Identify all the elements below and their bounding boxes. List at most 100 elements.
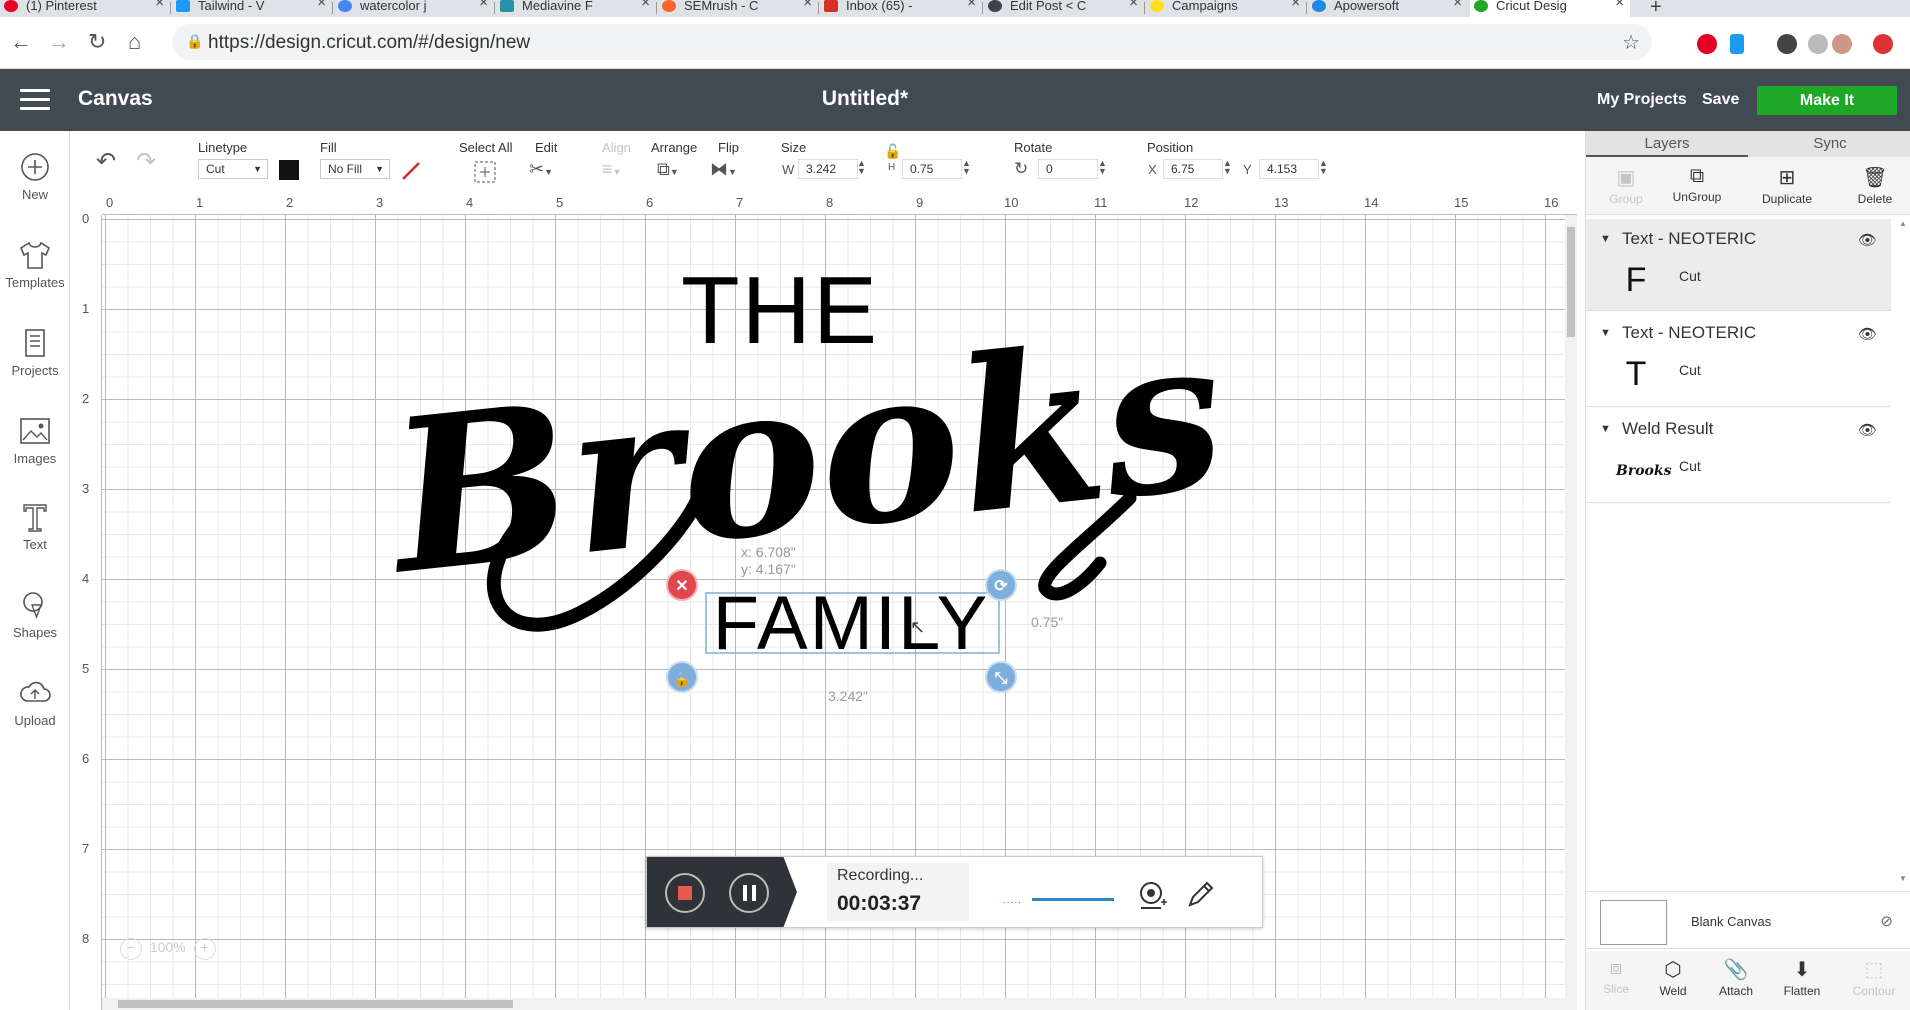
close-tab-icon[interactable]: × (641, 0, 650, 10)
scroll-up-icon[interactable]: ▲ (1899, 219, 1907, 228)
x-stepper-icon[interactable]: ▲ ▼ (1223, 159, 1232, 176)
sidebar-item-images[interactable]: Images (0, 415, 70, 466)
tailwind-extension-icon[interactable] (1730, 34, 1744, 54)
browser-tab[interactable]: Edit Post < C × (984, 0, 1144, 17)
collapse-triangle-icon[interactable]: ▼ (1600, 233, 1611, 245)
layer-header[interactable]: ▼ Text - NEOTERIC 👁 (1586, 319, 1891, 347)
duplicate-button[interactable]: ⊞ Duplicate (1752, 165, 1822, 206)
layer-group[interactable]: ▼ Weld Result 👁 Brooks Cut (1586, 409, 1891, 503)
layer-item[interactable]: Brooks Cut (1586, 445, 1891, 493)
eye-hidden-icon[interactable]: ⊘ (1880, 912, 1893, 930)
extension-icon[interactable] (1777, 34, 1797, 54)
layer-header[interactable]: ▼ Text - NEOTERIC 👁 (1586, 225, 1891, 253)
tab-sync[interactable]: Sync (1749, 135, 1910, 152)
home-icon[interactable]: ⌂ (128, 29, 141, 55)
blank-canvas-swatch[interactable] (1600, 900, 1667, 945)
browser-tab[interactable]: SEMrush - C × (658, 0, 818, 17)
eye-icon[interactable]: 👁 (1858, 325, 1877, 343)
width-input[interactable]: 3.242 (798, 159, 858, 179)
group-button[interactable]: ▣ Group (1591, 165, 1661, 206)
scroll-down-icon[interactable]: ▼ (1899, 874, 1907, 883)
pen-icon[interactable] (1185, 878, 1217, 910)
design-canvas[interactable]: 0 1 2 3 4 5 6 7 8 9 10 11 12 13 14 15 16… (80, 193, 1577, 1010)
y-input[interactable]: 4.153 (1259, 159, 1319, 179)
reload-icon[interactable]: ↻ (88, 29, 106, 55)
document-title[interactable]: Untitled* (800, 87, 930, 111)
x-input[interactable]: 6.75 (1163, 159, 1223, 179)
close-tab-icon[interactable]: × (1291, 0, 1300, 10)
browser-tab[interactable]: Tailwind - V × (172, 0, 332, 17)
profile-avatar[interactable] (1832, 34, 1852, 54)
height-input[interactable]: 0.75 (902, 159, 962, 179)
collapse-triangle-icon[interactable]: ▼ (1600, 423, 1611, 435)
collapse-triangle-icon[interactable]: ▼ (1600, 327, 1611, 339)
make-it-button[interactable]: Make It (1757, 86, 1897, 115)
lock-handle[interactable]: 🔒 (666, 661, 698, 693)
delete-handle[interactable]: ✕ (666, 569, 698, 601)
blank-canvas-row[interactable]: Blank Canvas ⊘ (1586, 891, 1910, 949)
eye-icon[interactable]: 👁 (1858, 421, 1877, 439)
sidebar-item-text[interactable]: Text (0, 501, 70, 552)
delete-button[interactable]: 🗑 Delete (1840, 165, 1910, 206)
layer-item[interactable]: T Cut (1586, 349, 1891, 397)
weld-button[interactable]: ⬡ Weld (1643, 957, 1703, 998)
zoom-out-icon[interactable]: − (120, 938, 142, 960)
flatten-button[interactable]: ⬇ Flatten (1772, 957, 1832, 998)
save-button[interactable]: Save (1702, 91, 1739, 109)
pinterest-extension-icon[interactable] (1697, 34, 1717, 54)
select-all-icon[interactable] (473, 160, 497, 184)
sidebar-item-upload[interactable]: Upload (0, 677, 70, 728)
canvas-vertical-scrollbar[interactable] (1565, 215, 1577, 1010)
close-tab-icon[interactable]: × (155, 0, 164, 10)
back-icon[interactable]: ← (10, 29, 32, 55)
canvas-horizontal-scrollbar[interactable] (102, 998, 1565, 1010)
layer-group[interactable]: ▼ Text - NEOTERIC 👁 F Cut (1586, 219, 1891, 311)
rotate-icon[interactable]: ↻ (1014, 159, 1028, 179)
edit-scissors-icon[interactable]: ✂▼ (529, 159, 553, 180)
tab-layers[interactable]: Layers (1586, 135, 1748, 157)
height-stepper-icon[interactable]: ▲ ▼ (962, 159, 971, 176)
layer-header[interactable]: ▼ Weld Result 👁 (1586, 415, 1891, 443)
contour-button[interactable]: ⬚ Contour (1841, 957, 1907, 998)
attach-button[interactable]: 📎 Attach (1706, 957, 1766, 998)
webcam-icon[interactable] (1137, 880, 1167, 910)
menu-icon[interactable] (20, 89, 50, 111)
resize-handle[interactable]: ⤡ (985, 661, 1017, 693)
close-tab-icon[interactable]: × (1453, 0, 1462, 10)
redo-icon[interactable]: ↷ (136, 147, 156, 176)
my-projects-link[interactable]: My Projects (1597, 91, 1687, 109)
align-icon[interactable]: ≡▼ (602, 159, 621, 180)
extension-icon[interactable] (1808, 34, 1828, 54)
browser-tab[interactable]: Campaigns × (1146, 0, 1306, 17)
fill-select[interactable]: No Fill ▼ (320, 159, 390, 179)
y-stepper-icon[interactable]: ▲ ▼ (1319, 159, 1328, 176)
sidebar-item-shapes[interactable]: Shapes (0, 589, 70, 640)
close-tab-icon[interactable]: × (1129, 0, 1138, 10)
layer-item[interactable]: F Cut (1586, 255, 1891, 303)
browser-tab[interactable]: Inbox (65) - × (820, 0, 982, 17)
rotate-handle[interactable]: ⟳ (985, 569, 1017, 601)
width-stepper-icon[interactable]: ▲ ▼ (857, 159, 866, 176)
forward-icon[interactable]: → (48, 29, 70, 55)
slice-button[interactable]: ⧈ Slice (1586, 957, 1646, 996)
browser-tab-active[interactable]: Cricut Desig × (1470, 0, 1630, 17)
layer-group[interactable]: ▼ Text - NEOTERIC 👁 T Cut (1586, 313, 1891, 407)
bookmark-star-icon[interactable]: ☆ (1622, 30, 1640, 55)
browser-tab[interactable]: (1) Pinterest × (0, 0, 170, 17)
close-tab-icon[interactable]: × (317, 0, 326, 10)
lock-ratio-icon[interactable]: 🔓 (884, 143, 901, 160)
layers-scrollbar[interactable]: ▲ ▼ (1896, 219, 1910, 889)
stop-recording-button[interactable] (665, 873, 705, 913)
eye-icon[interactable]: 👁 (1858, 231, 1877, 249)
close-tab-icon[interactable]: × (803, 0, 812, 10)
rotate-stepper-icon[interactable]: ▲ ▼ (1098, 159, 1107, 176)
browser-tab[interactable]: Mediavine F × (496, 0, 656, 17)
undo-icon[interactable]: ↶ (96, 147, 116, 176)
rotate-input[interactable]: 0 (1038, 159, 1098, 179)
sidebar-item-templates[interactable]: Templates (0, 239, 70, 290)
zoom-in-icon[interactable]: + (193, 938, 216, 960)
sidebar-item-projects[interactable]: Projects (0, 327, 70, 378)
extension-icon[interactable] (1873, 34, 1893, 54)
sidebar-item-new[interactable]: New (0, 151, 70, 202)
linetype-select[interactable]: Cut ▼ (198, 159, 268, 179)
